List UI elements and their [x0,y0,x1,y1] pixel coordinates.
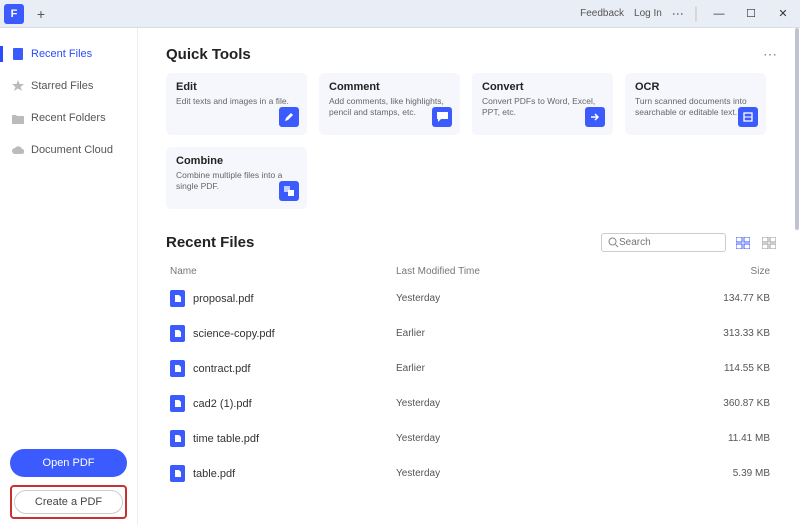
new-tab-button[interactable]: + [32,5,50,23]
card-title: Convert [482,81,603,93]
file-name: proposal.pdf [193,293,254,305]
recent-files-title: Recent Files [166,234,254,251]
convert-icon [585,107,605,127]
file-name: time table.pdf [193,433,259,445]
create-pdf-button[interactable]: Create a PDF [14,490,123,514]
table-row[interactable]: cad2 (1).pdf Yesterday360.87 KB [166,386,778,421]
menu-dots-icon[interactable]: ⋮ [671,8,685,20]
sidebar-item-starred-files[interactable]: Starred Files [0,70,137,102]
open-pdf-button[interactable]: Open PDF [10,449,127,477]
file-size: 313.33 KB [703,328,778,339]
feedback-link[interactable]: Feedback [580,8,624,19]
table-row[interactable]: time table.pdf Yesterday11.41 MB [166,421,778,456]
file-size: 134.77 KB [703,293,778,304]
pdf-file-icon [170,395,185,412]
combine-icon [279,181,299,201]
card-title: Edit [176,81,297,93]
card-desc: Edit texts and images in a file. [176,96,297,107]
quick-tool-convert[interactable]: Convert Convert PDFs to Word, Excel, PPT… [472,73,613,135]
content-area: Quick Tools ⋯ Edit Edit texts and images… [138,28,800,525]
table-row[interactable]: table.pdf Yesterday5.39 MB [166,456,778,491]
table-row[interactable]: science-copy.pdf Earlier313.33 KB [166,316,778,351]
file-time: Yesterday [396,468,703,479]
search-box[interactable] [601,233,726,252]
window-minimize-button[interactable]: — [708,3,730,25]
quick-tool-ocr[interactable]: OCR Turn scanned documents into searchab… [625,73,766,135]
file-size: 5.39 MB [703,468,778,479]
file-size: 360.87 KB [703,398,778,409]
quick-tool-comment[interactable]: Comment Add comments, like highlights, p… [319,73,460,135]
sidebar: Recent Files Starred Files Recent Folder… [0,28,138,525]
file-name: science-copy.pdf [193,328,275,340]
login-link[interactable]: Log In [634,8,662,19]
file-size: 11.41 MB [703,433,778,444]
pdf-file-icon [170,430,185,447]
pdf-file-icon [170,290,185,307]
window-maximize-button[interactable]: ☐ [740,3,762,25]
quick-tool-edit[interactable]: Edit Edit texts and images in a file. [166,73,307,135]
quick-tools-title: Quick Tools [166,46,251,63]
sidebar-item-label: Document Cloud [31,144,113,156]
cloud-icon [12,144,24,156]
view-grid-icon[interactable] [760,234,778,252]
file-time: Yesterday [396,433,703,444]
edit-icon [279,107,299,127]
column-name[interactable]: Name [166,266,396,277]
pdf-file-icon [170,360,185,377]
table-row[interactable]: proposal.pdf Yesterday134.77 KB [166,281,778,316]
card-title: Combine [176,155,297,167]
file-time: Earlier [396,328,703,339]
folder-icon [12,112,24,124]
card-title: OCR [635,81,756,93]
window-close-button[interactable]: ✕ [772,3,794,25]
app-logo: F [4,4,24,24]
ocr-icon [738,107,758,127]
file-name: contract.pdf [193,363,250,375]
file-name: table.pdf [193,468,235,480]
table-header: Name Last Modified Time Size [166,262,778,281]
sidebar-item-label: Starred Files [31,80,93,92]
recent-icon [12,48,24,60]
scrollbar[interactable] [795,28,799,230]
titlebar: F + Feedback Log In ⋮ | — ☐ ✕ [0,0,800,28]
comment-icon [432,107,452,127]
card-title: Comment [329,81,450,93]
sidebar-item-label: Recent Files [31,48,92,60]
file-name: cad2 (1).pdf [193,398,252,410]
file-size: 114.55 KB [703,363,778,374]
pdf-file-icon [170,465,185,482]
file-time: Earlier [396,363,703,374]
file-time: Yesterday [396,398,703,409]
pdf-file-icon [170,325,185,342]
sidebar-item-document-cloud[interactable]: Document Cloud [0,134,137,166]
quick-tool-combine[interactable]: Combine Combine multiple files into a si… [166,147,307,209]
search-icon [608,237,619,248]
quick-tools-more-icon[interactable]: ⋯ [763,46,778,63]
file-time: Yesterday [396,293,703,304]
table-row[interactable]: contract.pdf Earlier114.55 KB [166,351,778,386]
create-pdf-highlight: Create a PDF [10,485,127,519]
sidebar-item-label: Recent Folders [31,112,106,124]
search-input[interactable] [619,237,719,248]
column-time[interactable]: Last Modified Time [396,266,703,277]
sidebar-item-recent-folders[interactable]: Recent Folders [0,102,137,134]
star-icon [12,80,24,92]
view-list-icon[interactable] [734,234,752,252]
sidebar-item-recent-files[interactable]: Recent Files [0,38,137,70]
column-size[interactable]: Size [703,266,778,277]
